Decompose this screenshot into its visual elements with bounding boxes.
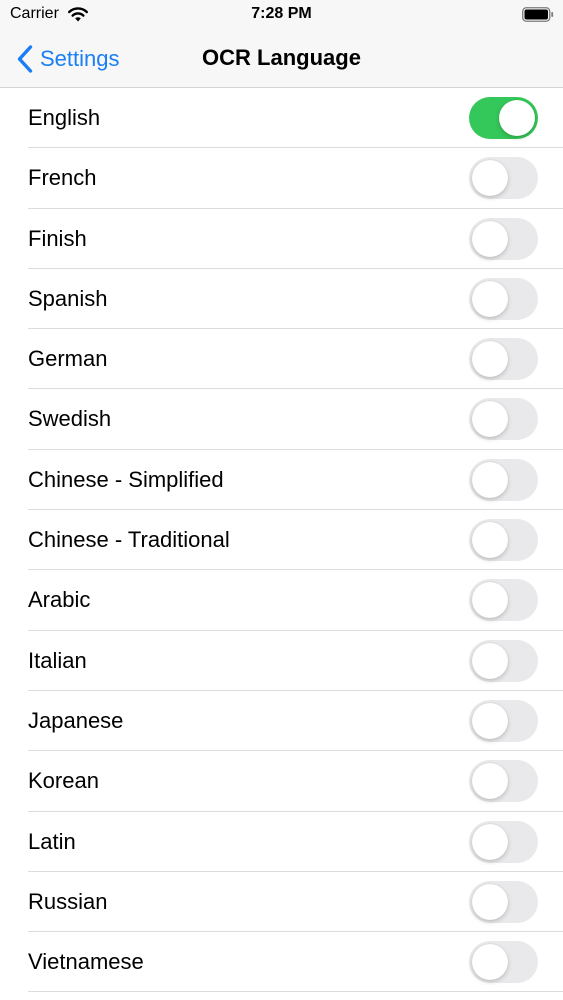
language-row-italian: Italian (0, 631, 563, 692)
toggle-knob (472, 944, 508, 981)
toggle-italian[interactable] (469, 639, 538, 682)
language-row-russian: Russian (0, 872, 563, 933)
language-label: Japanese (28, 707, 124, 733)
language-row-arabic: Arabic (0, 570, 563, 631)
toggle-knob (472, 522, 508, 559)
language-label: Korean (28, 768, 99, 794)
toggle-chinese-simplified[interactable] (469, 458, 538, 501)
toggle-korean[interactable] (469, 760, 538, 803)
toggle-vietnamese[interactable] (469, 941, 538, 984)
language-row-english: English (0, 88, 563, 149)
language-label: Arabic (28, 587, 91, 613)
language-label: Chinese - Simplified (28, 466, 224, 492)
toggle-knob (472, 341, 508, 378)
language-label: Swedish (28, 406, 112, 432)
toggle-knob (472, 642, 508, 679)
toggle-knob (472, 823, 508, 860)
language-label: Chinese - Traditional (28, 527, 230, 553)
status-time: 7:28 PM (251, 5, 312, 22)
language-label: Finish (28, 225, 87, 251)
toggle-latin[interactable] (469, 820, 538, 863)
toggle-german[interactable] (469, 338, 538, 381)
language-row-latin: Latin (0, 812, 563, 873)
toggle-knob (472, 763, 508, 800)
language-label: Vietnamese (28, 949, 144, 975)
language-label: French (28, 165, 97, 191)
language-list: English French Finish Spanish German Swedish C… (0, 88, 563, 993)
language-row-french: French (0, 148, 563, 209)
toggle-knob (472, 461, 508, 498)
language-row-chinese-traditional: Chinese - Traditional (0, 510, 563, 571)
language-label: Russian (28, 888, 108, 914)
toggle-swedish[interactable] (469, 398, 538, 441)
battery-icon (522, 7, 554, 22)
toggle-english[interactable] (469, 97, 538, 139)
ocr-language-screen: Carrier 7:28 PM Settings OCR Language En… (0, 0, 563, 1000)
toggle-arabic[interactable] (469, 579, 538, 622)
language-label: Spanish (28, 285, 108, 311)
language-row-korean: Korean (0, 751, 563, 812)
language-label: German (28, 346, 108, 372)
navigation-bar: Settings OCR Language (0, 30, 563, 88)
toggle-finish[interactable] (469, 217, 538, 260)
language-label: English (28, 105, 101, 130)
language-row-japanese: Japanese (0, 691, 563, 752)
toggle-chinese-traditional[interactable] (469, 519, 538, 562)
language-row-finish: Finish (0, 209, 563, 270)
toggle-knob (472, 280, 508, 317)
toggle-spanish[interactable] (469, 277, 538, 320)
language-row-spanish: Spanish (0, 269, 563, 330)
page-title: OCR Language (202, 45, 361, 70)
toggle-knob (472, 220, 508, 257)
language-row-swedish: Swedish (0, 389, 563, 451)
toggle-knob (499, 100, 535, 136)
language-row-chinese-simplified: Chinese - Simplified (0, 450, 563, 511)
toggle-knob (472, 702, 508, 739)
toggle-knob (472, 582, 508, 619)
status-bar: Carrier 7:28 PM (0, 0, 563, 30)
toggle-japanese[interactable] (469, 699, 538, 742)
toggle-russian[interactable] (469, 880, 538, 923)
language-label: Italian (28, 647, 87, 673)
language-row-german: German (0, 329, 563, 390)
toggle-knob (472, 883, 508, 920)
toggle-french[interactable] (469, 157, 538, 200)
toggle-knob (472, 160, 508, 197)
toggle-knob (472, 401, 508, 438)
language-label: Latin (28, 828, 76, 854)
language-row-vietnamese: Vietnamese (0, 932, 563, 993)
